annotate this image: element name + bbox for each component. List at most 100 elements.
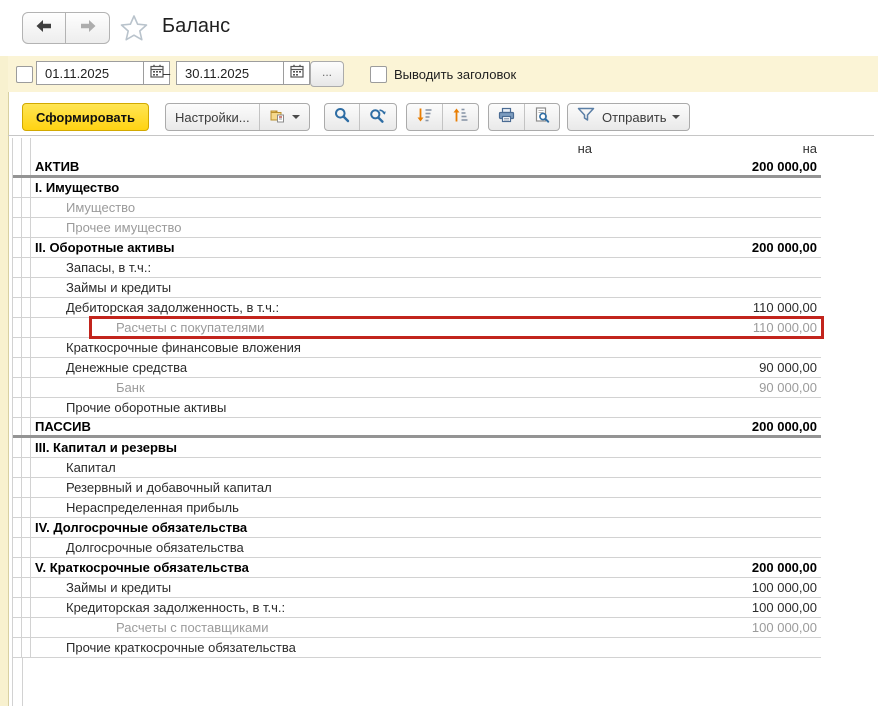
- row-label[interactable]: Кредиторская задолженность, в т.ч.:: [31, 598, 471, 617]
- row-label[interactable]: Нераспределенная прибыль: [31, 498, 471, 517]
- row-value[interactable]: 90 000,00: [596, 358, 821, 377]
- table-row[interactable]: V. Краткосрочные обязательства 200 000,0…: [13, 558, 821, 578]
- row-value[interactable]: 200 000,00: [596, 558, 821, 577]
- row-label[interactable]: Капитал: [31, 458, 471, 477]
- report-header-row[interactable]: на на: [13, 138, 821, 158]
- row-value[interactable]: [596, 258, 821, 277]
- row-value[interactable]: [596, 498, 821, 517]
- send-button[interactable]: Отправить: [568, 104, 689, 130]
- row-value-col1[interactable]: [471, 478, 596, 497]
- column2-header[interactable]: на: [596, 138, 821, 158]
- row-value[interactable]: [596, 538, 821, 557]
- date-to-calendar-button[interactable]: [283, 62, 309, 84]
- row-label[interactable]: I. Имущество: [31, 178, 471, 197]
- row-label[interactable]: Имущество: [31, 198, 471, 217]
- row-value-col1[interactable]: [471, 358, 596, 377]
- period-more-button[interactable]: ...: [310, 61, 344, 87]
- row-label[interactable]: Долгосрочные обязательства: [31, 538, 471, 557]
- row-value[interactable]: [596, 338, 821, 357]
- date-to-input[interactable]: [177, 62, 283, 84]
- row-value-col1[interactable]: [471, 578, 596, 597]
- table-row[interactable]: II. Оборотные активы 200 000,00: [13, 238, 821, 258]
- table-row[interactable]: Расчеты с покупателями 110 000,00: [13, 318, 821, 338]
- row-value-col1[interactable]: [471, 198, 596, 217]
- column1-header[interactable]: на: [471, 138, 596, 158]
- table-row[interactable]: Резервный и добавочный капитал: [13, 478, 821, 498]
- row-value[interactable]: 100 000,00: [596, 578, 821, 597]
- row-value[interactable]: 200 000,00: [596, 418, 821, 435]
- report-variants-button[interactable]: [259, 104, 309, 130]
- row-value[interactable]: 110 000,00: [596, 298, 821, 317]
- row-value-col1[interactable]: [471, 518, 596, 537]
- row-label[interactable]: Расчеты с поставщиками: [31, 618, 471, 637]
- table-row[interactable]: Расчеты с поставщиками 100 000,00: [13, 618, 821, 638]
- row-label[interactable]: V. Краткосрочные обязательства: [31, 558, 471, 577]
- table-row[interactable]: I. Имущество: [13, 178, 821, 198]
- row-label[interactable]: III. Капитал и резервы: [31, 438, 471, 457]
- table-row[interactable]: Краткосрочные финансовые вложения: [13, 338, 821, 358]
- row-value[interactable]: [596, 198, 821, 217]
- table-row[interactable]: ПАССИВ 200 000,00: [13, 418, 821, 438]
- show-header-checkbox-label[interactable]: Выводить заголовок: [394, 67, 516, 82]
- period-checkbox[interactable]: [16, 66, 33, 83]
- row-value[interactable]: [596, 638, 821, 657]
- row-label[interactable]: Займы и кредиты: [31, 578, 471, 597]
- back-button[interactable]: [22, 12, 66, 44]
- row-value[interactable]: [596, 478, 821, 497]
- row-value-col1[interactable]: [471, 538, 596, 557]
- row-value-col1[interactable]: [471, 278, 596, 297]
- sort-descending-button[interactable]: [407, 104, 442, 130]
- table-row[interactable]: Дебиторская задолженность, в т.ч.: 110 0…: [13, 298, 821, 318]
- date-from-input[interactable]: [37, 62, 143, 84]
- sort-ascending-button[interactable]: [442, 104, 478, 130]
- row-label[interactable]: Прочие краткосрочные обязательства: [31, 638, 471, 657]
- table-row[interactable]: Имущество: [13, 198, 821, 218]
- table-row[interactable]: Займы и кредиты: [13, 278, 821, 298]
- print-button[interactable]: [489, 104, 524, 130]
- row-value-col1[interactable]: [471, 638, 596, 657]
- row-label[interactable]: АКТИВ: [31, 158, 471, 175]
- row-label[interactable]: Банк: [31, 378, 471, 397]
- row-label[interactable]: Запасы, в т.ч.:: [31, 258, 471, 277]
- row-value-col1[interactable]: [471, 498, 596, 517]
- row-value[interactable]: [596, 518, 821, 537]
- row-label[interactable]: Прочее имущество: [31, 218, 471, 237]
- row-label[interactable]: Займы и кредиты: [31, 278, 471, 297]
- table-row[interactable]: Запасы, в т.ч.:: [13, 258, 821, 278]
- row-value-col1[interactable]: [471, 318, 596, 337]
- row-value-col1[interactable]: [471, 558, 596, 577]
- row-value-col1[interactable]: [471, 418, 596, 435]
- row-value[interactable]: 200 000,00: [596, 158, 821, 175]
- row-label[interactable]: Краткосрочные финансовые вложения: [31, 338, 471, 357]
- generate-button[interactable]: Сформировать: [22, 103, 149, 131]
- row-value[interactable]: [596, 278, 821, 297]
- table-row[interactable]: Прочие краткосрочные обязательства: [13, 638, 821, 658]
- row-value[interactable]: [596, 438, 821, 457]
- header-name-cell[interactable]: [31, 138, 471, 158]
- favorite-star-icon[interactable]: [119, 13, 149, 43]
- row-label[interactable]: IV. Долгосрочные обязательства: [31, 518, 471, 537]
- table-row[interactable]: Прочее имущество: [13, 218, 821, 238]
- row-value-col1[interactable]: [471, 258, 596, 277]
- table-row[interactable]: Нераспределенная прибыль: [13, 498, 821, 518]
- row-value-col1[interactable]: [471, 378, 596, 397]
- table-row[interactable]: III. Капитал и резервы: [13, 438, 821, 458]
- row-value[interactable]: 100 000,00: [596, 618, 821, 637]
- row-value[interactable]: 100 000,00: [596, 598, 821, 617]
- row-label[interactable]: Денежные средства: [31, 358, 471, 377]
- table-row[interactable]: IV. Долгосрочные обязательства: [13, 518, 821, 538]
- row-value-col1[interactable]: [471, 178, 596, 197]
- table-row[interactable]: Капитал: [13, 458, 821, 478]
- table-row[interactable]: АКТИВ 200 000,00: [13, 158, 821, 178]
- row-value[interactable]: [596, 218, 821, 237]
- row-value[interactable]: [596, 398, 821, 417]
- show-header-checkbox[interactable]: [370, 66, 387, 83]
- settings-button[interactable]: Настройки...: [166, 104, 259, 130]
- table-row[interactable]: Кредиторская задолженность, в т.ч.: 100 …: [13, 598, 821, 618]
- row-value-col1[interactable]: [471, 158, 596, 175]
- search-next-button[interactable]: [359, 104, 396, 130]
- table-row[interactable]: Займы и кредиты 100 000,00: [13, 578, 821, 598]
- row-value-col1[interactable]: [471, 598, 596, 617]
- row-value-col1[interactable]: [471, 218, 596, 237]
- row-value[interactable]: [596, 458, 821, 477]
